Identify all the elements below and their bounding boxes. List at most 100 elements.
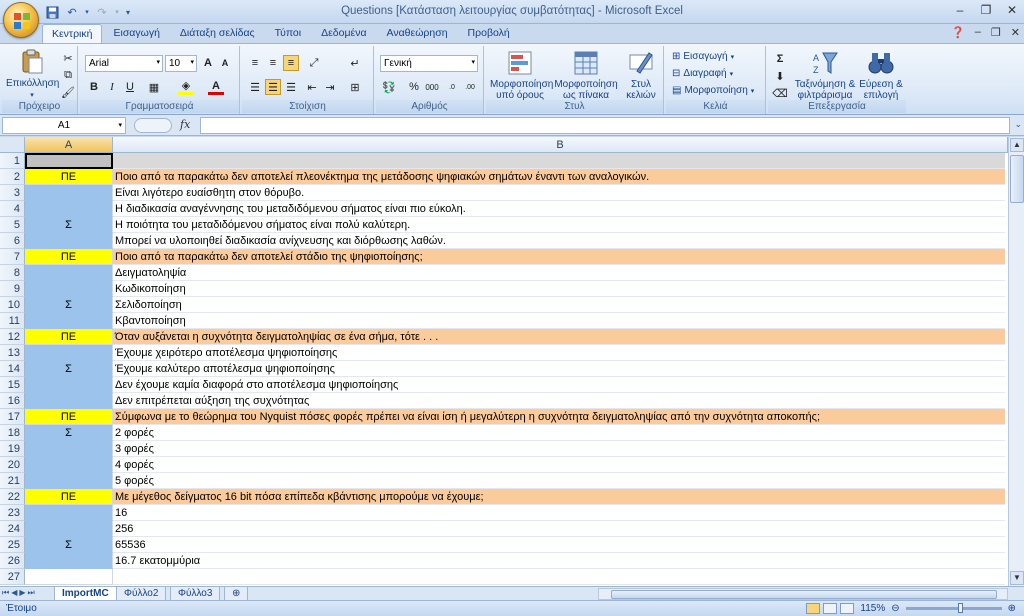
align-top-icon[interactable]: ≡: [247, 55, 263, 71]
row-header[interactable]: 12: [0, 329, 25, 345]
row-header[interactable]: 1: [0, 153, 25, 169]
row-header[interactable]: 15: [0, 377, 25, 393]
row-header[interactable]: 5: [0, 217, 25, 233]
row-header[interactable]: 2: [0, 169, 25, 185]
decrease-indent-icon[interactable]: ⇤: [304, 79, 320, 95]
borders-icon[interactable]: ▦: [146, 79, 162, 95]
row-header[interactable]: 25: [0, 537, 25, 553]
italic-icon[interactable]: I: [104, 79, 120, 95]
page-break-view-icon[interactable]: [840, 603, 855, 614]
last-sheet-icon[interactable]: ⏭: [28, 588, 35, 598]
row-header[interactable]: 26: [0, 553, 25, 569]
align-middle-icon[interactable]: ≡: [265, 55, 281, 71]
row-header[interactable]: 17: [0, 409, 25, 425]
cell-styles-button[interactable]: Στυλ κελιών: [622, 49, 660, 101]
tab-review[interactable]: Αναθεώρηση: [378, 24, 457, 43]
font-size-box[interactable]: 10 ▾: [165, 55, 197, 72]
sheet-tab-3[interactable]: Φύλλο3: [170, 587, 221, 601]
row-header[interactable]: 8: [0, 265, 25, 281]
increase-decimal-icon[interactable]: .0: [444, 79, 460, 95]
row-header[interactable]: 16: [0, 393, 25, 409]
cell-b[interactable]: 3 φορές: [113, 441, 1005, 457]
cell-a[interactable]: ΠΕ: [25, 329, 113, 345]
cell-a[interactable]: [25, 345, 113, 361]
cell-a[interactable]: [25, 313, 113, 329]
cell-b[interactable]: 5 φορές: [113, 473, 1005, 489]
row-header[interactable]: 11: [0, 313, 25, 329]
row-header[interactable]: 7: [0, 249, 25, 265]
name-box[interactable]: A1 ▾: [2, 117, 126, 134]
row-header[interactable]: 24: [0, 521, 25, 537]
insert-cells-button[interactable]: ⊞ Εισαγωγή ▾: [672, 51, 734, 62]
percent-icon[interactable]: %: [406, 79, 422, 95]
sheet-tab-importmc[interactable]: ImportMC: [54, 587, 117, 601]
font-color-icon[interactable]: A: [208, 79, 224, 95]
cell-a[interactable]: [25, 505, 113, 521]
cell-b[interactable]: [113, 153, 1005, 169]
cell-b[interactable]: Έχουμε καλύτερο αποτέλεσμα ψηφιοποίησης: [113, 361, 1005, 377]
sheet-tab-2[interactable]: Φύλλο2: [116, 587, 167, 601]
row-header[interactable]: 22: [0, 489, 25, 505]
fill-color-icon[interactable]: ◈: [178, 79, 194, 95]
minimize-icon[interactable]: –: [952, 3, 968, 17]
align-right-icon[interactable]: ☰: [283, 79, 299, 95]
font-name-box[interactable]: Arial ▾: [85, 55, 163, 72]
cell-b[interactable]: 2 φορές: [113, 425, 1005, 441]
cell-b[interactable]: 4 φορές: [113, 457, 1005, 473]
close-icon[interactable]: ✕: [1004, 3, 1020, 17]
tab-view[interactable]: Προβολή: [459, 24, 519, 43]
cell-b[interactable]: Η διαδικασία αναγέννησης του μεταδιδόμεν…: [113, 201, 1005, 217]
ribbon-minimize-icon[interactable]: –: [975, 26, 981, 39]
tab-insert[interactable]: Εισαγωγή: [104, 24, 168, 43]
conditional-formatting-button[interactable]: Μορφοποίηση υπό όρους: [490, 49, 553, 101]
cell-a[interactable]: [25, 473, 113, 489]
copy-icon[interactable]: ⧉: [60, 67, 76, 83]
cell-a[interactable]: ΠΕ: [25, 249, 113, 265]
row-header[interactable]: 9: [0, 281, 25, 297]
row-header[interactable]: 13: [0, 345, 25, 361]
cell-b[interactable]: Μπορεί να υλοποιηθεί διαδικασία ανίχνευσ…: [113, 233, 1005, 249]
formula-input[interactable]: [200, 117, 1010, 134]
cell-b[interactable]: 16.7 εκατομμύρια: [113, 553, 1005, 569]
find-select-button[interactable]: Εύρεση & επιλογή: [858, 49, 904, 101]
cell-b[interactable]: Ποιο από τα παρακάτω δεν αποτελεί στάδιο…: [113, 249, 1005, 265]
insert-sheet-icon[interactable]: ⊕: [224, 587, 249, 601]
vertical-scrollbar[interactable]: ▲ ▼: [1008, 137, 1024, 586]
first-sheet-icon[interactable]: ⏮: [2, 588, 9, 598]
cell-b[interactable]: 16: [113, 505, 1005, 521]
row-header[interactable]: 20: [0, 457, 25, 473]
delete-cells-button[interactable]: ⊟ Διαγραφή ▾: [672, 68, 733, 79]
cell-a[interactable]: [25, 521, 113, 537]
formula-bar-collapse-icon[interactable]: ⌄: [1014, 119, 1022, 130]
row-header[interactable]: 19: [0, 441, 25, 457]
ribbon-close-icon[interactable]: ✕: [1011, 26, 1020, 39]
autosum-icon[interactable]: Σ: [772, 51, 788, 67]
row-header[interactable]: 3: [0, 185, 25, 201]
cell-b[interactable]: Είναι λιγότερο ευαίσθητη στον θόρυβο.: [113, 185, 1005, 201]
format-painter-icon[interactable]: 🖌: [60, 84, 76, 100]
column-header-a[interactable]: A: [25, 137, 113, 153]
row-header[interactable]: 27: [0, 569, 25, 585]
cell-b[interactable]: Δεν επιτρέπεται αύξηση της συχνότητας: [113, 393, 1005, 409]
row-header[interactable]: 4: [0, 201, 25, 217]
shrink-font-icon[interactable]: A: [217, 55, 233, 71]
zoom-slider-knob[interactable]: [957, 603, 963, 613]
cell-b[interactable]: Σύμφωνα με το θεώρημα του Nyquist πόσες …: [113, 409, 1005, 425]
align-bottom-icon[interactable]: ≡: [283, 55, 299, 71]
cell-b[interactable]: Η ποιότητα του μεταδιδόμενου σήματος είν…: [113, 217, 1005, 233]
cell-b[interactable]: Όταν αυξάνεται η συχνότητα δειγματοληψία…: [113, 329, 1005, 345]
prev-sheet-icon[interactable]: ◀: [11, 588, 17, 598]
format-as-table-button[interactable]: Μορφοποίηση ως πίνακα: [554, 49, 618, 101]
grow-font-icon[interactable]: A: [200, 55, 216, 71]
cell-b[interactable]: Δειγματοληψία: [113, 265, 1005, 281]
cell-b[interactable]: Σελιδοποίηση: [113, 297, 1005, 313]
cell-a[interactable]: Σ: [25, 537, 113, 553]
cell-a[interactable]: [25, 233, 113, 249]
bold-icon[interactable]: B: [86, 79, 102, 95]
cell-a[interactable]: [25, 569, 113, 585]
cell-a[interactable]: Σ: [25, 217, 113, 233]
scroll-down-icon[interactable]: ▼: [1010, 571, 1024, 585]
restore-icon[interactable]: ❐: [978, 3, 994, 17]
accounting-format-icon[interactable]: 💱: [381, 79, 397, 95]
tab-formulas[interactable]: Τύποι: [266, 24, 311, 43]
